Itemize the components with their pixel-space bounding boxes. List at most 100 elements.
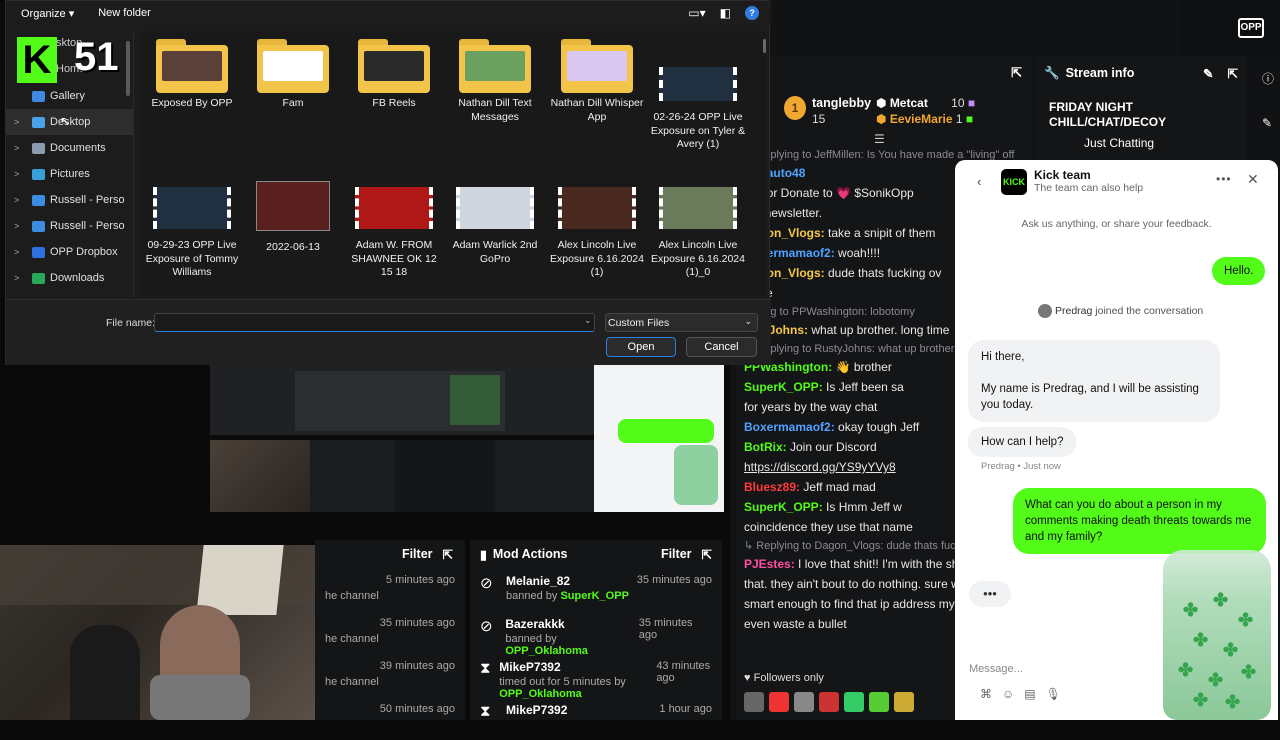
chat-username[interactable]: auto48 <box>767 166 806 180</box>
close-icon[interactable]: ✕ <box>1247 171 1259 188</box>
attach-icon[interactable]: ⌘ <box>980 687 992 701</box>
gif-icon[interactable]: ▤ <box>1024 687 1035 701</box>
moderator-name[interactable]: OPP_Oklahoma <box>499 688 582 700</box>
file-type-select[interactable]: Custom Files ⌄ <box>605 313 758 332</box>
emote-icon[interactable] <box>819 692 839 712</box>
file-name: Fam <box>282 97 304 109</box>
edit-icon[interactable]: ✎ <box>1203 66 1213 81</box>
back-chevron-icon[interactable]: ‹ <box>977 174 981 189</box>
popout-icon[interactable]: ⇱ <box>1228 66 1238 81</box>
nav-item[interactable]: > Downloads <box>6 265 133 291</box>
file-item[interactable]: Adam Warlick 2nd GoPro <box>447 175 543 266</box>
chat-username[interactable]: Boxermamaof2: <box>744 420 835 434</box>
file-item[interactable]: Alex Lincoln Live Exposure 6.16.2024 (1)… <box>650 175 746 280</box>
folder-item[interactable]: Exposed By OPP <box>144 37 240 111</box>
emote-icon[interactable] <box>894 692 914 712</box>
file-item[interactable]: 09-29-23 OPP Live Exposure of Tommy Will… <box>144 175 240 280</box>
filter-button[interactable]: Filter <box>402 547 433 561</box>
stream-category[interactable]: Just Chatting <box>1036 130 1246 150</box>
ban-icon: ⊘ <box>480 618 493 635</box>
nav-scrollbar[interactable] <box>126 41 130 96</box>
stream-preview-top <box>210 365 600 435</box>
chat-username[interactable]: Bluesz89: <box>744 480 800 494</box>
agent-message-1: Hi there, My name is Predrag, and I will… <box>968 340 1220 422</box>
nav-item[interactable]: > Pictures <box>6 161 133 187</box>
nav-item[interactable]: > Russell - Perso <box>6 213 133 239</box>
file-item[interactable]: Adam W. FROM SHAWNEE OK 12 15 18 <box>346 175 442 280</box>
file-name-input[interactable] <box>154 313 595 332</box>
file-name: Adam W. FROM SHAWNEE OK 12 15 18 <box>351 239 437 278</box>
emote-icon[interactable] <box>844 692 864 712</box>
file-item[interactable]: Alex Lincoln Live Exposure 6.16.2024 (1) <box>549 175 645 280</box>
video-thumbnail-icon <box>659 67 737 101</box>
chevron-right-icon[interactable]: > <box>14 221 28 231</box>
message-input[interactable]: Message... <box>969 657 1159 682</box>
cancel-button[interactable]: Cancel <box>686 337 757 357</box>
emoji-icon[interactable]: ☺ <box>1002 687 1014 701</box>
files-scrollbar[interactable] <box>763 39 766 53</box>
filter-button[interactable]: Filter <box>661 547 692 561</box>
new-folder-button[interactable]: New folder <box>98 7 151 19</box>
chevron-right-icon[interactable]: > <box>14 117 28 127</box>
popout-icon[interactable]: ⇱ <box>443 547 453 562</box>
nav-item[interactable]: Gallery <box>6 83 133 109</box>
leaderboard-user-2[interactable]: ⬢ Metcat 10 ■ <box>876 96 975 110</box>
composer-tools: ⌘ ☺ ▤ 🎙 <box>980 687 1061 701</box>
organize-button[interactable]: Organize ▾ <box>21 7 74 20</box>
chat-username[interactable]: SuperK_OPP: <box>744 380 823 394</box>
file-name: 2022-06-13 <box>266 241 320 253</box>
file-name: Nathan Dill Whisper App <box>550 97 644 123</box>
overlay-counter: 51 <box>74 35 119 79</box>
emote-icon[interactable] <box>794 692 814 712</box>
file-item[interactable]: 02-26-24 OPP Live Exposure on Tyler & Av… <box>650 37 746 152</box>
emote-icon[interactable] <box>769 692 789 712</box>
moderated-user[interactable]: Bazerakkk <box>505 617 638 631</box>
open-button[interactable]: Open <box>606 337 676 357</box>
kick-team-avatar: KICK <box>1001 169 1027 195</box>
moderator-name[interactable]: OPP_Oklahoma <box>505 645 588 657</box>
chevron-right-icon[interactable]: > <box>14 273 28 283</box>
preview-pane-icon[interactable]: ◧ <box>720 6 731 20</box>
chevron-down-icon[interactable]: ⌄ <box>584 315 592 326</box>
mod-log-row: 5 minutes ago he channel <box>325 574 455 602</box>
chat-username[interactable]: PJEstes: <box>744 557 795 571</box>
chevron-right-icon[interactable]: > <box>14 169 28 179</box>
chevron-right-icon[interactable]: > <box>14 247 28 257</box>
microphone-icon[interactable]: 🎙 <box>1046 687 1061 701</box>
chat-username[interactable]: SuperK_OPP: <box>744 500 823 514</box>
chat-username[interactable]: BotRix: <box>744 440 787 454</box>
folder-item[interactable]: Nathan Dill Text Messages <box>447 37 543 124</box>
nav-item[interactable]: > Documents <box>6 135 133 161</box>
popout-icon[interactable]: ⇱ <box>702 547 712 562</box>
leaderboard-user-1[interactable]: tanglebby <box>812 96 871 110</box>
folder-item[interactable]: Nathan Dill Whisper App <box>549 37 645 124</box>
popout-icon[interactable]: ⇱ <box>1011 65 1022 81</box>
emote-icon[interactable] <box>869 692 889 712</box>
user-message: Hello. <box>1212 257 1266 285</box>
kick-logo-badge: K <box>17 37 57 83</box>
pencil-icon[interactable]: ✎ <box>1262 116 1272 130</box>
folder-item[interactable]: FB Reels <box>346 37 442 111</box>
chevron-right-icon[interactable]: > <box>14 143 28 153</box>
moderator-name[interactable]: SuperK_OPP <box>560 590 628 602</box>
moderated-user[interactable]: MikeP7392 <box>499 660 656 674</box>
nav-item[interactable]: > Russell - Perso <box>6 187 133 213</box>
info-icon[interactable]: ⓘ <box>1262 70 1274 87</box>
emote-icon[interactable] <box>744 692 764 712</box>
collapse-icon[interactable]: ☰ <box>874 132 885 146</box>
chevron-right-icon[interactable]: > <box>14 195 28 205</box>
mod-actions-header: ▮ Mod Actions Filter ⇱ <box>470 540 722 568</box>
leaderboard-user-3[interactable]: ⬢ EevieMarie 1 ■ <box>876 112 973 126</box>
folder-item[interactable]: Fam <box>245 37 341 111</box>
view-options-icon[interactable]: ▭▾ <box>688 6 705 20</box>
more-options-icon[interactable]: ••• <box>1216 172 1232 186</box>
action-time: 35 minutes ago <box>638 617 693 641</box>
brand-logo-icon[interactable]: OPP <box>1238 18 1264 38</box>
nav-item[interactable]: > OPP Dropbox <box>6 239 133 265</box>
moderated-user[interactable]: MikeP7392 <box>506 703 567 717</box>
help-icon[interactable]: ? <box>745 6 759 20</box>
moderated-user[interactable]: Melanie_82 <box>506 574 629 588</box>
stream-preview-mid <box>210 440 600 512</box>
file-item[interactable]: 2022-06-13 <box>245 175 341 255</box>
nav-item-label: Gallery <box>50 90 85 102</box>
